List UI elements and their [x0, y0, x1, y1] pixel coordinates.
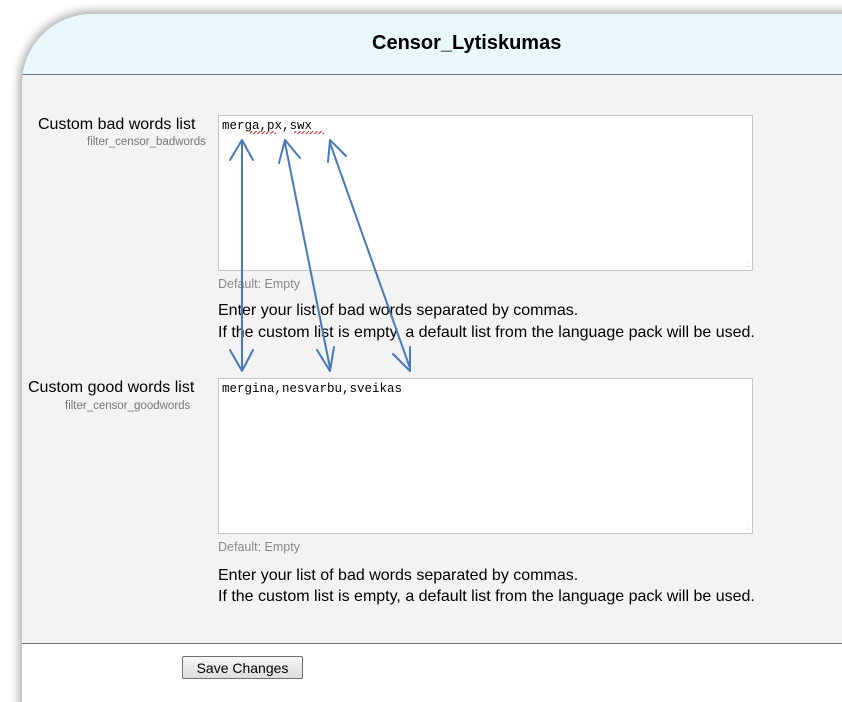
bad-words-textarea[interactable]: merga,px,swx [218, 115, 753, 271]
bad-words-description-line2: If the custom list is empty, a default l… [218, 324, 755, 341]
bad-words-field-wrapper: merga,px,swx .: [218, 115, 753, 271]
good-words-setting-name: filter_censor_goodwords [65, 400, 191, 412]
page-header: Censor_Lytiskumas [22, 14, 842, 75]
form-footer [22, 644, 842, 702]
save-changes-button[interactable]: Save Changes [182, 656, 303, 679]
screenshot-stage: Censor_Lytiskumas Custom bad words list … [0, 0, 842, 702]
good-words-field-wrapper: mergina,nesvarbu,sveikas .: [218, 378, 753, 534]
good-words-label: Custom good words list [28, 379, 195, 396]
good-words-description-line2: If the custom list is empty, a default l… [218, 588, 755, 605]
page-title: Censor_Lytiskumas [372, 32, 562, 54]
bad-words-label: Custom bad words list [38, 116, 196, 133]
good-words-description-line1: Enter your list of bad words separated b… [218, 567, 579, 584]
spellcheck-underline [250, 131, 276, 134]
bad-words-setting-name: filter_censor_badwords [87, 136, 206, 148]
good-words-default: Default: Empty [218, 540, 300, 554]
resize-grip-icon[interactable]: .: [746, 261, 750, 269]
good-words-textarea[interactable]: mergina,nesvarbu,sveikas [218, 378, 753, 534]
spellcheck-underline [294, 131, 324, 134]
bad-words-description-line1: Enter your list of bad words separated b… [218, 302, 579, 319]
bad-words-default: Default: Empty [218, 277, 300, 291]
resize-grip-icon[interactable]: .: [746, 524, 750, 532]
